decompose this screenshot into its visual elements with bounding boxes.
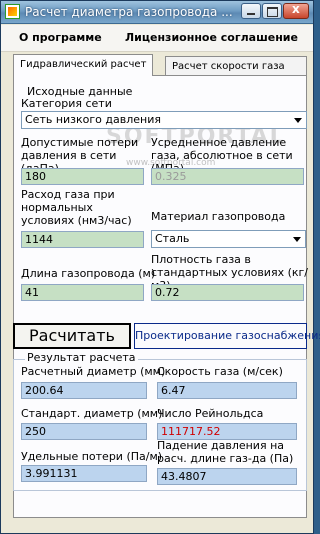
reynolds-label: Число Рейнольдса [157, 407, 264, 420]
results-section-title: Результат расчета [25, 351, 138, 364]
pressure-drop-output: 43.4807 [157, 468, 297, 485]
material-label: Материал газопровода [151, 210, 286, 223]
length-label: Длина газопровода (м) [21, 267, 156, 280]
calc-diameter-label: Расчетный диаметр (мм) [21, 365, 166, 378]
chevron-down-icon[interactable] [290, 232, 304, 246]
gas-flow-input[interactable]: 1144 [21, 231, 144, 248]
category-select[interactable]: Сеть низкого давления [21, 111, 307, 129]
category-select-value: Сеть низкого давления [25, 113, 161, 126]
category-label: Категория сети [21, 97, 112, 110]
calc-diameter-output: 200.64 [21, 382, 147, 399]
specific-loss-output: 3.991131 [21, 465, 147, 482]
calculate-button[interactable]: Расчитать [13, 323, 131, 349]
close-button[interactable] [283, 2, 309, 19]
std-diameter-output: 250 [21, 423, 147, 440]
menu-bar: О программе Лицензионное соглашение [1, 25, 313, 52]
maximize-button[interactable] [262, 3, 282, 19]
specific-loss-label: Удельные потери (Па/м) [21, 450, 163, 463]
pressure-loss-input[interactable]: 180 [21, 168, 144, 185]
gas-supply-design-button[interactable]: Проектирование газоснабжения [134, 323, 320, 349]
menu-about[interactable]: О программе [19, 31, 102, 44]
gas-flow-label: Расход газа при нормальных условиях (нм3… [21, 188, 132, 227]
tab-strip: Гидравлический расчет Расчет скорости га… [13, 54, 307, 76]
material-select-value: Сталь [155, 232, 190, 245]
window-title: Расчет диаметра газопровода ... [25, 5, 233, 19]
material-select[interactable]: Сталь [151, 230, 306, 248]
menu-license[interactable]: Лицензионное соглашение [125, 31, 298, 44]
tab-gas-speed-calc[interactable]: Расчет скорости газа [165, 56, 307, 75]
density-input[interactable]: 0.72 [151, 284, 304, 301]
minimize-button[interactable] [241, 3, 261, 19]
tab-hydraulic-calc[interactable]: Гидравлический расчет [13, 54, 153, 76]
gas-speed-output: 6.47 [157, 382, 297, 399]
chevron-down-icon[interactable] [291, 113, 305, 127]
reynolds-output: 111717.52 [157, 423, 297, 440]
app-icon [5, 4, 20, 19]
length-input[interactable]: 41 [21, 284, 144, 301]
gas-speed-label: Скорость газа (м/сек) [157, 365, 283, 378]
pressure-drop-label: Падение давления на расч. длине газ-да (… [157, 439, 294, 465]
avg-pressure-input[interactable]: 0.325 [151, 168, 304, 185]
std-diameter-label: Стандарт. диаметр (мм) [21, 407, 163, 420]
title-bar[interactable]: Расчет диаметра газопровода ... [1, 1, 313, 24]
app-window: Расчет диаметра газопровода ... О програ… [0, 0, 320, 534]
